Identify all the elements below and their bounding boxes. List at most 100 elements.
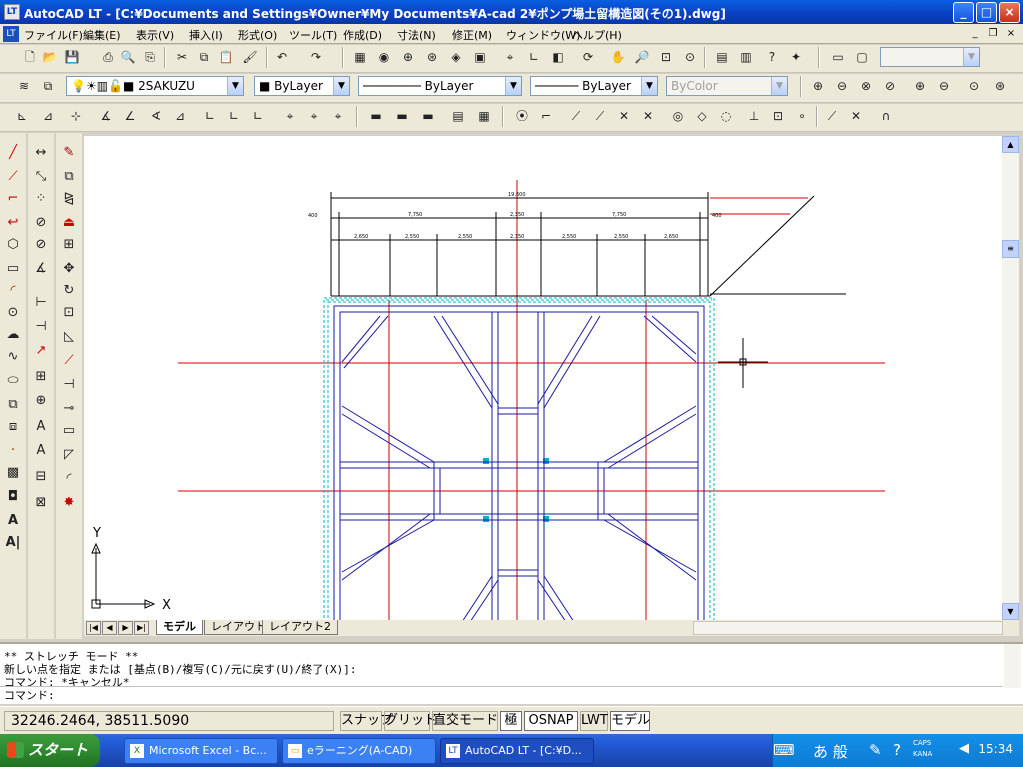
polygon-icon[interactable]: ⬡: [3, 235, 23, 255]
rotate-icon[interactable]: ↻: [59, 281, 79, 301]
zoom-window-icon[interactable]: ⊡: [656, 48, 676, 67]
dim-linear-left-icon[interactable]: ↔: [31, 143, 51, 163]
undo-icon[interactable]: ↶: [272, 48, 292, 67]
snap-endpoint-icon[interactable]: ⟋: [566, 107, 586, 126]
polyline-icon[interactable]: ⌐: [3, 189, 23, 209]
snap-toggle[interactable]: スナップ: [340, 711, 393, 731]
trim-icon[interactable]: ⟋: [59, 351, 79, 371]
copy-icon[interactable]: ⧉: [194, 48, 214, 67]
print-icon[interactable]: ⎙: [98, 48, 118, 67]
lineweight-select[interactable]: ────── ByLayer ▼: [530, 76, 658, 96]
polar-toggle[interactable]: 極: [500, 711, 522, 731]
close-button[interactable]: ×: [999, 2, 1020, 23]
hatch-icon[interactable]: ▩: [3, 463, 23, 483]
dim-ordinate-icon[interactable]: ⊹: [66, 107, 86, 126]
zoom-in-icon[interactable]: ⊕: [910, 77, 930, 96]
command-input[interactable]: コマンド:: [0, 686, 1003, 702]
ucs-icon[interactable]: ∟: [524, 48, 544, 67]
menu-view[interactable]: 表示(V): [136, 27, 174, 43]
color-select[interactable]: ■ ByLayer ▼: [254, 76, 350, 96]
zoom-scale-icon[interactable]: ⊗: [856, 77, 876, 96]
dim-continue-icon[interactable]: ∟: [224, 107, 244, 126]
mdi-minimize-icon[interactable]: _: [968, 27, 982, 41]
vertical-scroll-thumb[interactable]: ≡: [1002, 240, 1019, 258]
dim-override-icon[interactable]: ▬: [418, 107, 438, 126]
scroll-down-icon[interactable]: ▼: [1002, 603, 1019, 620]
document-icon[interactable]: LT: [3, 26, 19, 42]
snap-insert-icon[interactable]: ⊡: [768, 107, 788, 126]
save-icon[interactable]: 💾: [62, 48, 82, 67]
extend-icon[interactable]: ⊣: [59, 375, 79, 395]
point-icon[interactable]: ·: [3, 441, 23, 461]
osnap-toggle[interactable]: OSNAP: [524, 711, 578, 731]
snap-intersection-icon[interactable]: ✕: [614, 107, 634, 126]
move-icon[interactable]: ✥: [59, 259, 79, 279]
paste-icon[interactable]: 📋: [216, 48, 236, 67]
dim-style-left-icon[interactable]: ⊠: [31, 493, 51, 513]
mdi-restore-icon[interactable]: ❐: [986, 27, 1000, 41]
center-mark-icon[interactable]: ⌖: [304, 107, 324, 126]
dim-continue-left-icon[interactable]: ⊣: [31, 317, 51, 337]
leader-icon[interactable]: ↗: [31, 341, 51, 361]
viewport-scale-select[interactable]: ▼: [880, 47, 980, 67]
array-icon[interactable]: ⊞: [59, 235, 79, 255]
tab-next-icon[interactable]: ▶: [118, 621, 133, 635]
task-elearning[interactable]: ▭ eラーニング(A-CAD): [282, 738, 436, 764]
dim-angular-left-icon[interactable]: ∡: [31, 259, 51, 279]
snap-from-icon[interactable]: ⌐: [536, 107, 556, 126]
tolerance-left-icon[interactable]: ⊞: [31, 367, 51, 387]
dim-aligned-left-icon[interactable]: ⤡: [31, 167, 51, 187]
match-properties-icon[interactable]: 🖌: [240, 48, 260, 67]
ime-mode[interactable]: あ 般: [813, 741, 848, 762]
zoom-previous-icon[interactable]: ⊙: [680, 48, 700, 67]
ime-help-icon[interactable]: ?: [893, 741, 901, 759]
lwt-toggle[interactable]: LWT: [580, 711, 608, 731]
zoom-window-icon[interactable]: ⊕: [808, 77, 828, 96]
dim-text-edit-icon[interactable]: A: [31, 441, 51, 461]
design-center-icon[interactable]: ▦: [350, 48, 370, 67]
menu-file[interactable]: ファイル(F): [24, 27, 83, 43]
menu-dimension[interactable]: 寸法(N): [397, 27, 436, 43]
snap-node-icon[interactable]: ∘: [792, 107, 812, 126]
drawing-canvas[interactable]: 19,600 400 7,750 2,350 7,750 400 2,650 2…: [84, 136, 1002, 620]
tool-palette-icon[interactable]: ⊛: [422, 48, 442, 67]
arc-icon[interactable]: ◜: [3, 281, 23, 301]
menu-draw[interactable]: 作成(D): [343, 27, 382, 43]
zoom-extents-icon[interactable]: ⊛: [990, 77, 1010, 96]
model-toggle[interactable]: モデル: [610, 711, 650, 731]
mirror-icon[interactable]: ⧎: [59, 189, 79, 209]
region-icon[interactable]: ◘: [3, 487, 23, 507]
grid-toggle[interactable]: グリッド: [384, 711, 437, 731]
snap-midpoint-icon[interactable]: ⟋: [590, 107, 610, 126]
ime-tools-icon[interactable]: ✎: [869, 741, 882, 759]
dim-edit-icon[interactable]: ⌖: [328, 107, 348, 126]
dim-diameter-left-icon[interactable]: ⊘: [31, 235, 51, 255]
publish-icon[interactable]: ⎘: [140, 48, 160, 67]
zoom-dynamic-icon[interactable]: ⊖: [832, 77, 852, 96]
snap-none-icon[interactable]: ✕: [846, 107, 866, 126]
snap-quadrant-icon[interactable]: ◇: [692, 107, 712, 126]
snap-apparent-icon[interactable]: ✕: [638, 107, 658, 126]
revcloud-icon[interactable]: ☁: [3, 325, 23, 345]
snap-center-icon[interactable]: ◎: [668, 107, 688, 126]
tab-last-icon[interactable]: ▶|: [134, 621, 149, 635]
plotstyle-select[interactable]: ByColor ▼: [666, 76, 788, 96]
hyperlink-icon[interactable]: ◉: [374, 48, 394, 67]
line-icon[interactable]: ╱: [3, 143, 23, 163]
zoom-center-icon[interactable]: ⊘: [880, 77, 900, 96]
distance-icon[interactable]: ⌖: [500, 48, 520, 67]
viewport-icon[interactable]: ▢: [852, 48, 872, 67]
linetype-select[interactable]: ──────── ByLayer ▼: [358, 76, 522, 96]
copy-object-icon[interactable]: ⧉: [59, 167, 79, 187]
tolerance-icon[interactable]: ⌖: [280, 107, 300, 126]
dim-angular-icon[interactable]: ∢: [146, 107, 166, 126]
maximize-button[interactable]: □: [976, 2, 997, 23]
layer-select[interactable]: 💡☀▥🔓■ 2SAKUZU ▼: [66, 76, 244, 96]
dim-baseline-icon[interactable]: ∟: [200, 107, 220, 126]
help-icon[interactable]: ?: [762, 48, 782, 67]
dim-linear-icon[interactable]: ⊾: [12, 107, 32, 126]
task-autocad[interactable]: LT AutoCAD LT - [C:¥D...: [440, 738, 594, 764]
dim-baseline-left-icon[interactable]: ⊢: [31, 293, 51, 313]
menu-modify[interactable]: 修正(M): [452, 27, 492, 43]
dim-style-icon[interactable]: ▬: [392, 107, 412, 126]
